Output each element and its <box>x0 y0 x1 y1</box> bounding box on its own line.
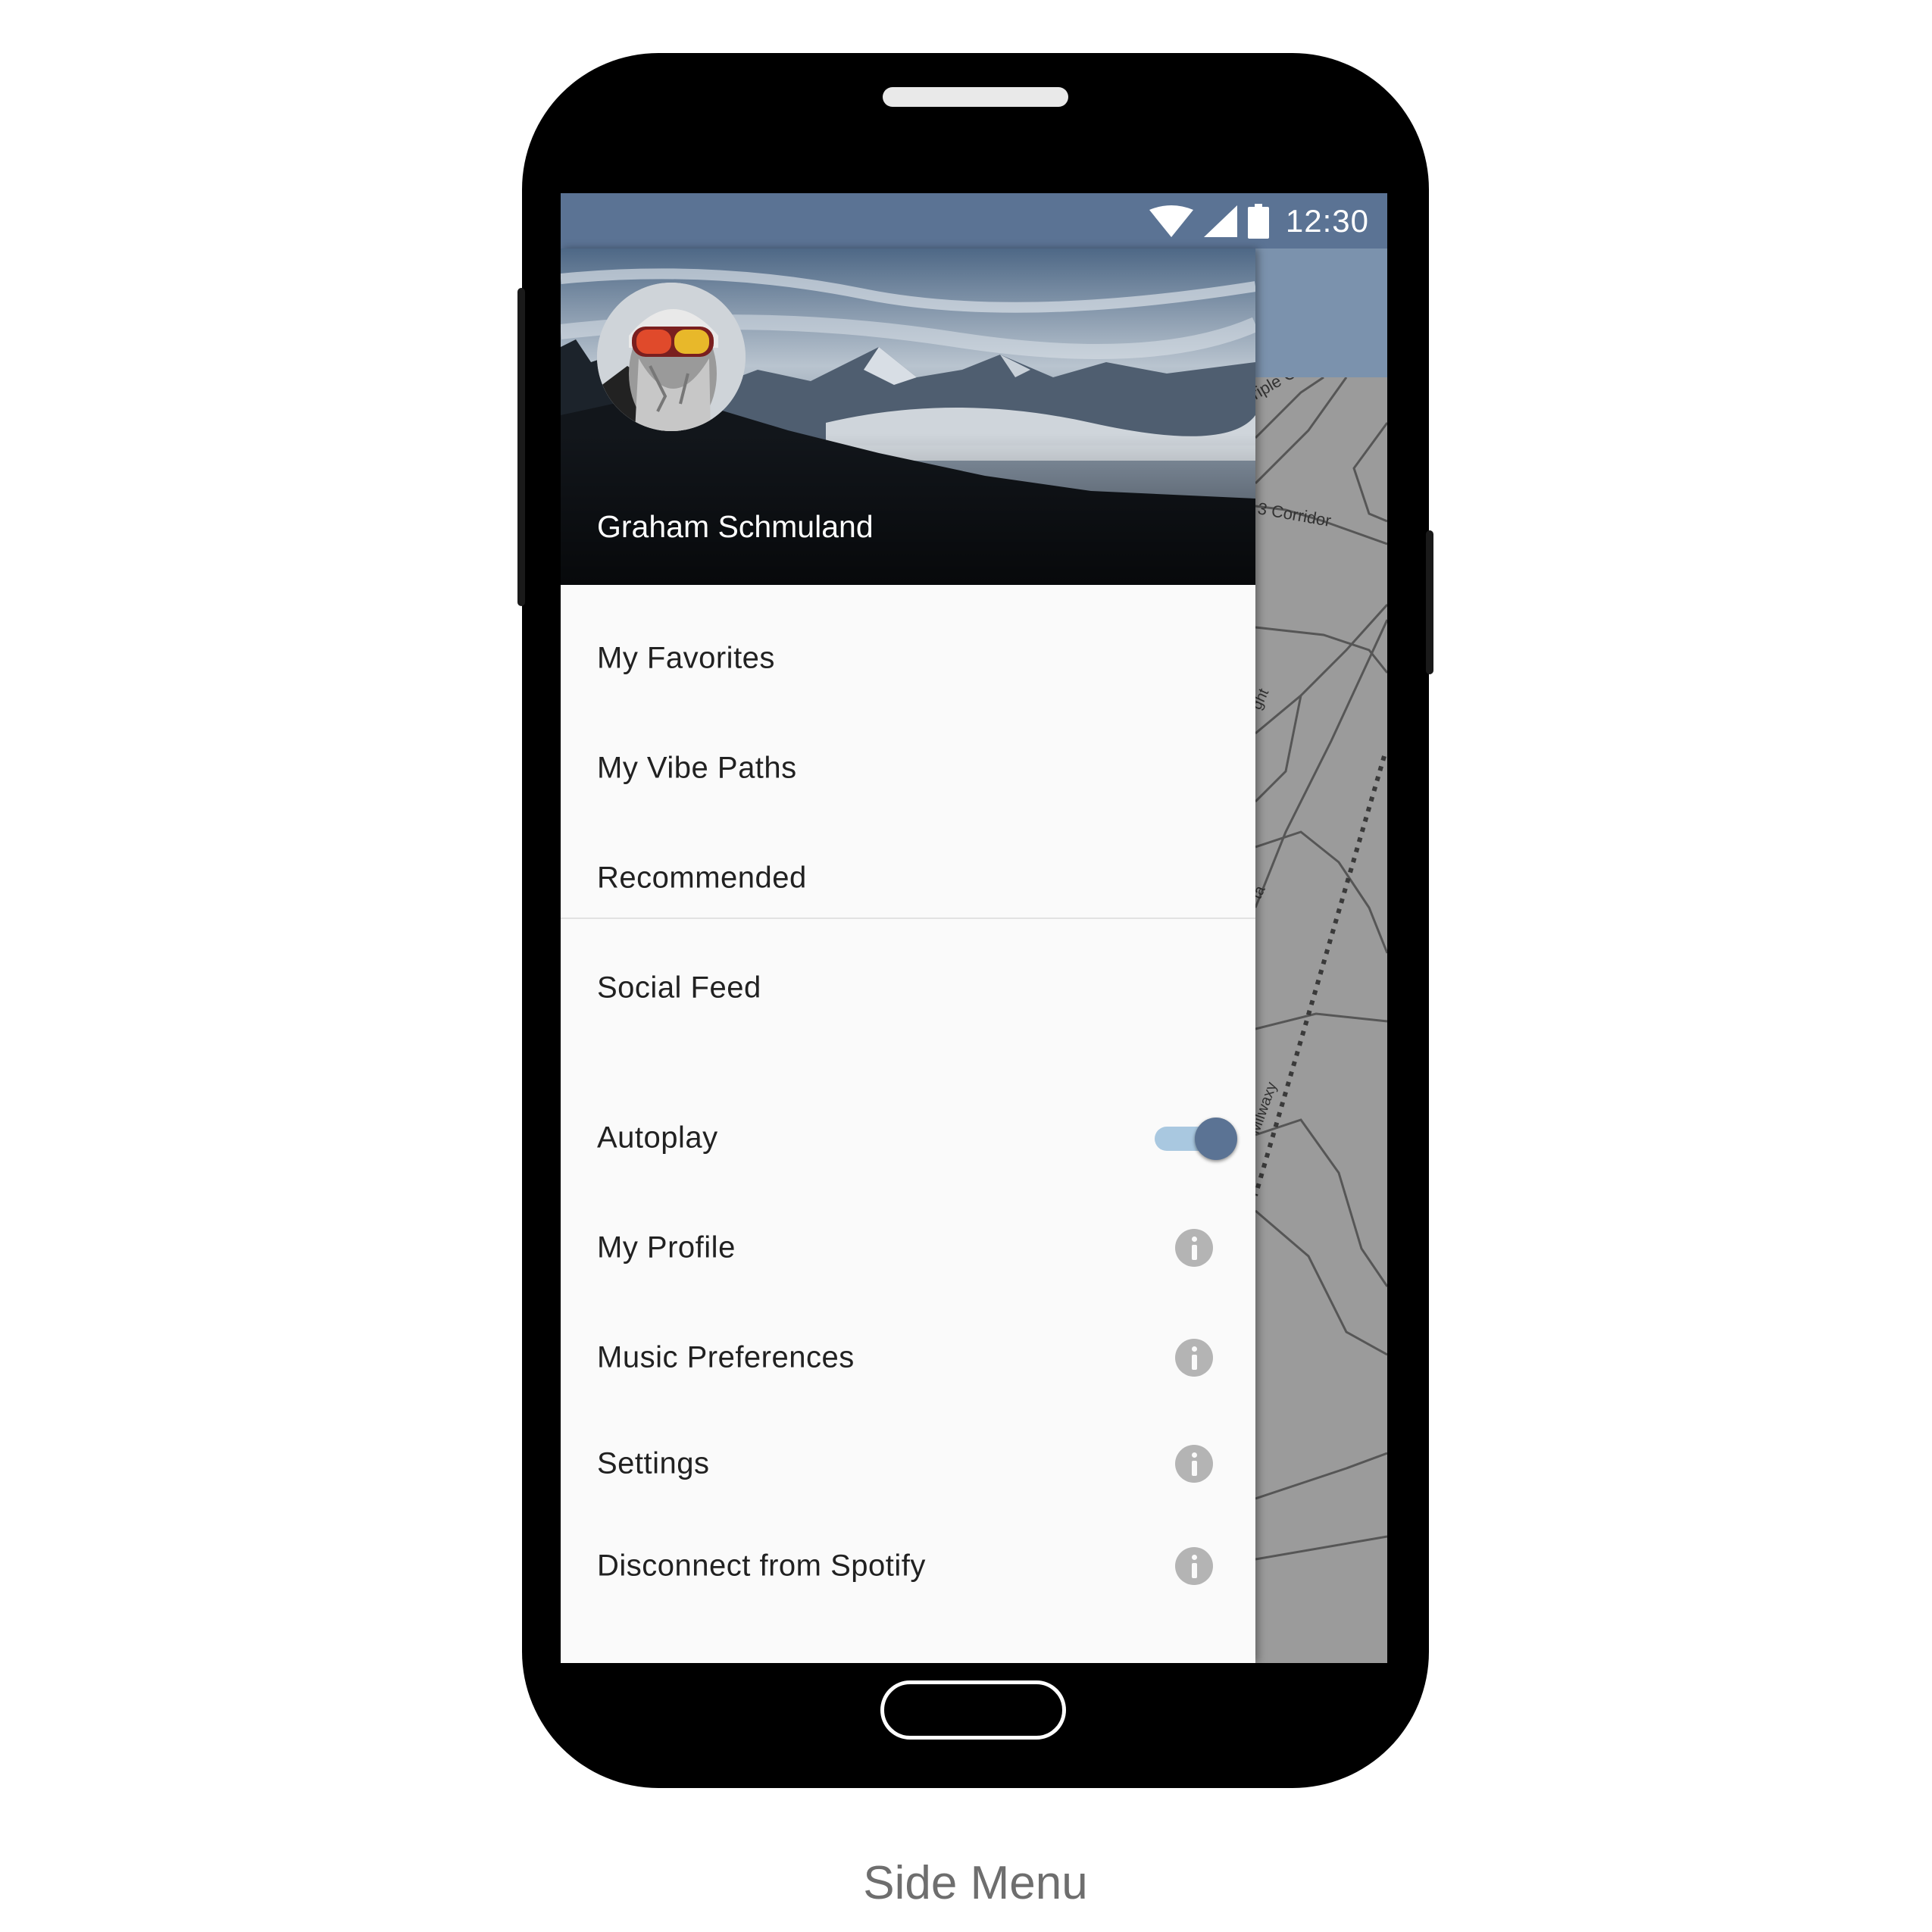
map-label-2: 3 Corridor <box>1256 499 1333 530</box>
user-name: Graham Schmuland <box>597 509 874 544</box>
menu-item-my-profile[interactable]: My Profile <box>561 1202 1255 1293</box>
menu-item-disconnect-spotify[interactable]: Disconnect from Spotify <box>561 1521 1255 1612</box>
wifi-icon <box>1149 205 1193 237</box>
home-button[interactable] <box>880 1680 1066 1740</box>
caption: Side Menu <box>863 1857 1088 1909</box>
menu-item-label: My Favorites <box>597 641 775 675</box>
earpiece-speaker <box>883 87 1068 107</box>
menu-item-label: Disconnect from Spotify <box>597 1549 926 1583</box>
menu-item-label: Music Preferences <box>597 1340 855 1374</box>
toggle-thumb <box>1195 1118 1237 1160</box>
menu-item-my-favorites[interactable]: My Favorites <box>561 613 1255 704</box>
menu-item-social-feed[interactable]: Social Feed <box>561 943 1255 1033</box>
menu-item-label: Social Feed <box>597 971 761 1005</box>
menu-item-recommended[interactable]: Recommended <box>561 833 1255 924</box>
menu-item-my-vibe-paths[interactable]: My Vibe Paths <box>561 723 1255 814</box>
phone-screen: 12:30 riple C 3 Corridor <box>561 193 1387 1663</box>
menu-item-label: My Vibe Paths <box>597 751 797 785</box>
drawer-header: Graham Schmuland <box>561 249 1255 585</box>
app-bar-behind <box>1255 249 1387 377</box>
info-icon[interactable] <box>1175 1229 1213 1267</box>
power-button <box>1426 530 1433 674</box>
menu-item-label: Autoplay <box>597 1121 718 1155</box>
info-icon[interactable] <box>1175 1445 1213 1483</box>
menu-item-label: Recommended <box>597 861 807 895</box>
menu-item-label: Settings <box>597 1446 710 1480</box>
menu-item-settings[interactable]: Settings <box>561 1418 1255 1509</box>
status-bar: 12:30 <box>561 193 1387 249</box>
menu-divider <box>561 918 1255 919</box>
autoplay-toggle[interactable] <box>1150 1115 1241 1161</box>
cell-signal-icon <box>1203 205 1237 237</box>
map-label-4: ta <box>1255 883 1269 902</box>
avatar[interactable] <box>597 283 746 431</box>
volume-button <box>517 288 525 606</box>
menu-item-autoplay[interactable]: Autoplay <box>561 1093 1255 1183</box>
status-time: 12:30 <box>1285 202 1369 239</box>
menu-item-music-preferences[interactable]: Music Preferences <box>561 1312 1255 1403</box>
navigation-drawer: Graham Schmuland My Favorites My Vibe Pa… <box>561 249 1255 1663</box>
battery-icon <box>1247 203 1269 239</box>
menu-item-label: My Profile <box>597 1230 736 1265</box>
map-label-3: ght <box>1255 686 1272 712</box>
info-icon[interactable] <box>1175 1547 1213 1585</box>
map-view: riple C 3 Corridor ght ta Milwaxy <box>1255 377 1387 1663</box>
info-icon[interactable] <box>1175 1339 1213 1377</box>
